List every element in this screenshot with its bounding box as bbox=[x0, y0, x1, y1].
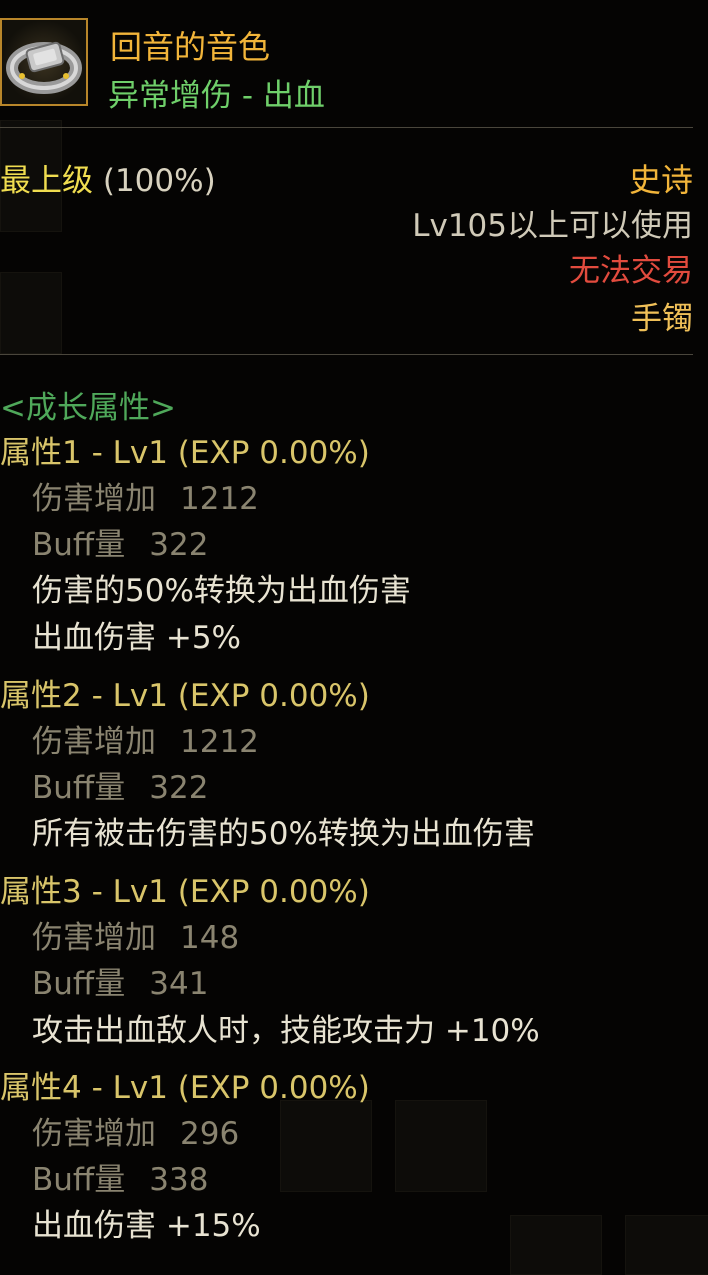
attribute-header: 属性1 - Lv1 (EXP 0.00%) bbox=[0, 435, 370, 471]
stat-label: Buff量 bbox=[32, 966, 126, 1002]
stat-value: 1212 bbox=[180, 481, 259, 517]
attribute-effect: 攻击出血敌人时，技能攻击力 +10% bbox=[32, 1013, 540, 1049]
stat-value: 148 bbox=[180, 920, 240, 956]
level-requirement: Lv105以上可以使用 bbox=[412, 208, 693, 244]
stat-value: 322 bbox=[149, 527, 209, 563]
item-grade: 最上级 (100%) bbox=[0, 155, 216, 200]
bracelet-icon bbox=[0, 18, 88, 106]
damage-stat: 伤害增加 148 bbox=[32, 912, 239, 957]
stat-label: Buff量 bbox=[32, 770, 126, 806]
stat-value: 296 bbox=[180, 1116, 240, 1152]
buff-stat: Buff量 341 bbox=[32, 958, 208, 1003]
attribute-effect: 所有被击伤害的50%转换为出血伤害 bbox=[32, 816, 535, 852]
attribute-header: 属性3 - Lv1 (EXP 0.00%) bbox=[0, 874, 370, 910]
item-type: 异常增伤 - 出血 bbox=[108, 78, 325, 114]
stat-label: Buff量 bbox=[32, 527, 126, 563]
growth-section-title: <成长属性> bbox=[0, 390, 176, 426]
stat-value: 341 bbox=[149, 966, 209, 1002]
trade-status: 无法交易 bbox=[569, 253, 693, 289]
divider bbox=[0, 127, 693, 128]
buff-stat: Buff量 322 bbox=[32, 762, 208, 807]
buff-stat: Buff量 338 bbox=[32, 1154, 208, 1199]
stat-label: Buff量 bbox=[32, 1162, 126, 1198]
stat-label: 伤害增加 bbox=[32, 724, 156, 760]
damage-stat: 伤害增加 1212 bbox=[32, 716, 259, 761]
attribute-effect: 伤害的50%转换为出血伤害 bbox=[32, 573, 411, 609]
damage-stat: 伤害增加 1212 bbox=[32, 473, 259, 518]
stat-label: 伤害增加 bbox=[32, 1116, 156, 1152]
attribute-effect: 出血伤害 +15% bbox=[32, 1208, 261, 1244]
attribute-header: 属性4 - Lv1 (EXP 0.00%) bbox=[0, 1070, 370, 1106]
grade-label: 最上级 bbox=[0, 163, 93, 199]
item-tooltip: 回音的音色 异常增伤 - 出血 最上级 (100%) 史诗 Lv105以上可以使… bbox=[0, 0, 708, 1273]
attribute-header: 属性2 - Lv1 (EXP 0.00%) bbox=[0, 678, 370, 714]
grade-percent: (100%) bbox=[102, 163, 216, 199]
stat-label: 伤害增加 bbox=[32, 481, 156, 517]
damage-stat: 伤害增加 296 bbox=[32, 1108, 239, 1153]
stat-value: 338 bbox=[149, 1162, 209, 1198]
buff-stat: Buff量 322 bbox=[32, 519, 208, 564]
item-rarity: 史诗 bbox=[628, 161, 693, 199]
stat-label: 伤害增加 bbox=[32, 920, 156, 956]
stat-value: 322 bbox=[149, 770, 209, 806]
attribute-effect: 出血伤害 +5% bbox=[32, 620, 242, 656]
item-slot: 手镯 bbox=[631, 301, 693, 337]
item-name: 回音的音色 bbox=[110, 28, 271, 66]
stat-value: 1212 bbox=[180, 724, 259, 760]
divider bbox=[0, 354, 693, 355]
